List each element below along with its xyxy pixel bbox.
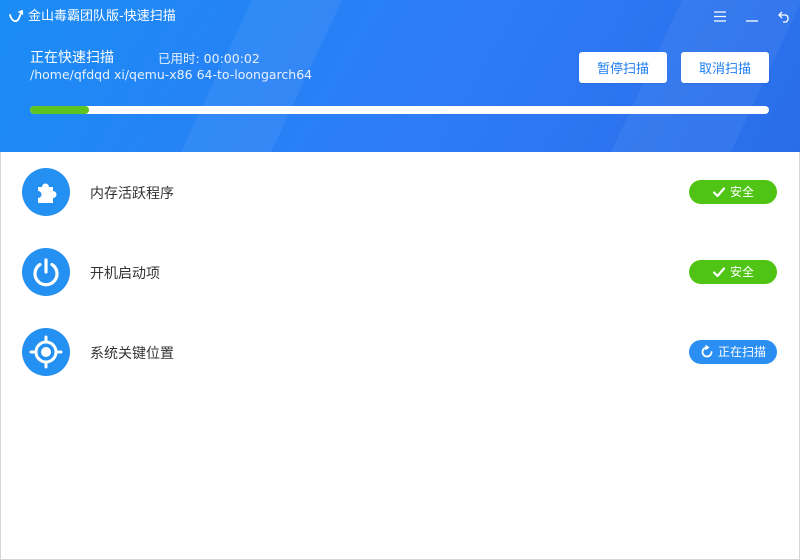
scan-item-label: 内存活跃程序 [90,186,174,202]
menu-button[interactable] [709,6,731,28]
refresh-icon [700,345,714,359]
app-window: 金山毒霸团队版-快速扫描 正在快速扫描 已用时: 00:00:02 /home/… [0,0,800,560]
scan-progress-bar [30,106,769,114]
scan-item-memory: 内存活跃程序 安全 [1,152,799,232]
puzzle-icon [22,168,70,216]
status-badge-text: 正在扫描 [717,345,766,359]
status-badge-text: 安全 [729,265,754,279]
minimize-button[interactable] [741,6,763,28]
status-badge: 安全 [689,180,777,204]
scan-item-startup: 开机启动项 安全 [1,232,799,312]
check-icon [712,185,726,199]
scan-item-label: 开机启动项 [90,266,160,282]
pause-scan-button[interactable]: 暂停扫描 [579,52,667,83]
back-icon [773,11,795,23]
window-title: 金山毒霸团队版-快速扫描 [28,9,176,24]
minimize-icon [741,11,763,22]
crosshair-icon [22,328,70,376]
title-bar: 金山毒霸团队版-快速扫描 [0,0,800,34]
check-icon [712,265,726,279]
scan-header: 金山毒霸团队版-快速扫描 正在快速扫描 已用时: 00:00:02 /home/… [0,0,800,152]
scan-item-system-locations: 系统关键位置 正在扫描 [1,312,799,392]
current-scan-path: /home/qfdqd xi/qemu-x86 64-to-loongarch6… [30,67,313,82]
back-button[interactable] [773,6,795,28]
status-badge: 安全 [689,260,777,284]
status-badge: 正在扫描 [689,340,777,364]
status-badge-text: 安全 [729,185,754,199]
elapsed-time: 已用时: 00:00:02 [158,51,260,66]
scan-status-text: 正在快速扫描 [30,50,114,66]
scan-item-label: 系统关键位置 [90,346,174,362]
scan-progress-fill [30,106,90,114]
scan-items-list: 内存活跃程序 安全 开机启动项 安全 系统关键位置 正在扫描 [0,152,800,560]
app-logo-icon [9,9,24,24]
menu-icon [709,11,731,22]
power-icon [22,248,70,296]
cancel-scan-button[interactable]: 取消扫描 [681,52,769,83]
